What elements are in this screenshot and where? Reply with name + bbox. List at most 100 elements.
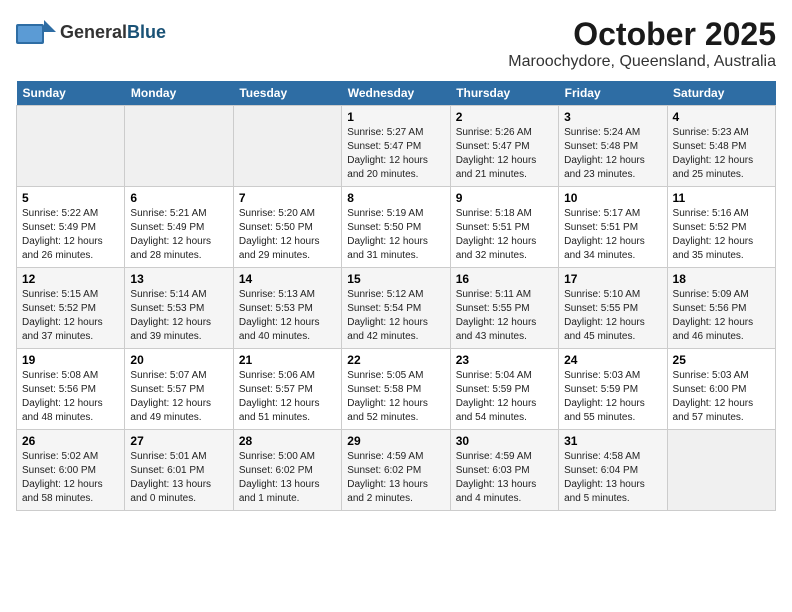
calendar-cell: 6 Sunrise: 5:21 AM Sunset: 5:49 PM Daylig… bbox=[125, 187, 233, 268]
day-info: Sunrise: 4:58 AM Sunset: 6:04 PM Dayligh… bbox=[564, 450, 661, 506]
day-number: 11 bbox=[673, 191, 770, 205]
page-header: General Blue October 2025 Maroochydore, … bbox=[16, 16, 776, 71]
calendar-cell: 8 Sunrise: 5:19 AM Sunset: 5:50 PM Daylig… bbox=[342, 187, 450, 268]
weekday-header: Tuesday bbox=[233, 81, 341, 106]
day-number: 18 bbox=[673, 272, 770, 286]
day-info: Sunrise: 4:59 AM Sunset: 6:03 PM Dayligh… bbox=[456, 450, 553, 506]
calendar-cell: 7 Sunrise: 5:20 AM Sunset: 5:50 PM Daylig… bbox=[233, 187, 341, 268]
calendar-cell: 27Sunrise: 5:01 AM Sunset: 6:01 PM Dayli… bbox=[125, 430, 233, 511]
calendar-week-row: 5 Sunrise: 5:22 AM Sunset: 5:49 PM Daylig… bbox=[17, 187, 776, 268]
calendar-cell: 4 Sunrise: 5:23 AM Sunset: 5:48 PM Daylig… bbox=[667, 106, 775, 187]
day-info: Sunrise: 5:15 AM Sunset: 5:52 PM Dayligh… bbox=[22, 288, 119, 344]
calendar-cell: 3 Sunrise: 5:24 AM Sunset: 5:48 PM Daylig… bbox=[559, 106, 667, 187]
day-number: 12 bbox=[22, 272, 119, 286]
calendar-cell: 15 Sunrise: 5:12 AM Sunset: 5:54 PM Dayli… bbox=[342, 268, 450, 349]
day-info: Sunrise: 5:00 AM Sunset: 6:02 PM Dayligh… bbox=[239, 450, 336, 506]
day-info: Sunrise: 5:16 AM Sunset: 5:52 PM Dayligh… bbox=[673, 207, 770, 263]
day-number: 5 bbox=[22, 191, 119, 205]
day-number: 6 bbox=[130, 191, 227, 205]
calendar-cell: 23 Sunrise: 5:04 AM Sunset: 5:59 PM Dayli… bbox=[450, 349, 558, 430]
calendar-cell: 5 Sunrise: 5:22 AM Sunset: 5:49 PM Daylig… bbox=[17, 187, 125, 268]
calendar-cell: 22 Sunrise: 5:05 AM Sunset: 5:58 PM Dayli… bbox=[342, 349, 450, 430]
day-number: 1 bbox=[347, 110, 444, 124]
logo-icon bbox=[16, 16, 56, 48]
calendar-week-row: 26 Sunrise: 5:02 AM Sunset: 6:00 PM Dayli… bbox=[17, 430, 776, 511]
day-info: Sunrise: 5:03 AM Sunset: 6:00 PM Dayligh… bbox=[673, 369, 770, 425]
logo-blue: Blue bbox=[127, 22, 166, 43]
day-number: 25 bbox=[673, 353, 770, 367]
weekday-header-row: SundayMondayTuesdayWednesdayThursdayFrid… bbox=[17, 81, 776, 106]
day-info: Sunrise: 5:14 AM Sunset: 5:53 PM Dayligh… bbox=[130, 288, 227, 344]
calendar-cell: 24 Sunrise: 5:03 AM Sunset: 5:59 PM Dayli… bbox=[559, 349, 667, 430]
calendar-cell: 12 Sunrise: 5:15 AM Sunset: 5:52 PM Dayli… bbox=[17, 268, 125, 349]
weekday-header: Wednesday bbox=[342, 81, 450, 106]
day-number: 21 bbox=[239, 353, 336, 367]
day-info: Sunrise: 5:12 AM Sunset: 5:54 PM Dayligh… bbox=[347, 288, 444, 344]
day-number: 3 bbox=[564, 110, 661, 124]
calendar-cell: 17Sunrise: 5:10 AM Sunset: 5:55 PM Dayli… bbox=[559, 268, 667, 349]
day-info: Sunrise: 5:21 AM Sunset: 5:49 PM Dayligh… bbox=[130, 207, 227, 263]
day-info: Sunrise: 5:02 AM Sunset: 6:00 PM Dayligh… bbox=[22, 450, 119, 506]
day-info: Sunrise: 5:13 AM Sunset: 5:53 PM Dayligh… bbox=[239, 288, 336, 344]
calendar-cell: 25 Sunrise: 5:03 AM Sunset: 6:00 PM Dayli… bbox=[667, 349, 775, 430]
day-info: Sunrise: 5:18 AM Sunset: 5:51 PM Dayligh… bbox=[456, 207, 553, 263]
day-number: 16 bbox=[456, 272, 553, 286]
day-info: Sunrise: 4:59 AM Sunset: 6:02 PM Dayligh… bbox=[347, 450, 444, 506]
calendar-cell: 28Sunrise: 5:00 AM Sunset: 6:02 PM Dayli… bbox=[233, 430, 341, 511]
calendar-cell bbox=[17, 106, 125, 187]
calendar-cell: 14 Sunrise: 5:13 AM Sunset: 5:53 PM Dayli… bbox=[233, 268, 341, 349]
day-info: Sunrise: 5:11 AM Sunset: 5:55 PM Dayligh… bbox=[456, 288, 553, 344]
day-number: 26 bbox=[22, 434, 119, 448]
calendar-cell: 13Sunrise: 5:14 AM Sunset: 5:53 PM Dayli… bbox=[125, 268, 233, 349]
day-number: 31 bbox=[564, 434, 661, 448]
weekday-header: Friday bbox=[559, 81, 667, 106]
calendar-cell: 26 Sunrise: 5:02 AM Sunset: 6:00 PM Dayli… bbox=[17, 430, 125, 511]
calendar-cell bbox=[667, 430, 775, 511]
day-number: 14 bbox=[239, 272, 336, 286]
weekday-header: Saturday bbox=[667, 81, 775, 106]
calendar-cell: 11 Sunrise: 5:16 AM Sunset: 5:52 PM Dayli… bbox=[667, 187, 775, 268]
day-info: Sunrise: 5:24 AM Sunset: 5:48 PM Dayligh… bbox=[564, 126, 661, 182]
weekday-header: Thursday bbox=[450, 81, 558, 106]
day-info: Sunrise: 5:04 AM Sunset: 5:59 PM Dayligh… bbox=[456, 369, 553, 425]
day-info: Sunrise: 5:05 AM Sunset: 5:58 PM Dayligh… bbox=[347, 369, 444, 425]
day-number: 19 bbox=[22, 353, 119, 367]
day-info: Sunrise: 5:27 AM Sunset: 5:47 PM Dayligh… bbox=[347, 126, 444, 182]
day-info: Sunrise: 5:22 AM Sunset: 5:49 PM Dayligh… bbox=[22, 207, 119, 263]
day-number: 8 bbox=[347, 191, 444, 205]
calendar-cell: 21 Sunrise: 5:06 AM Sunset: 5:57 PM Dayli… bbox=[233, 349, 341, 430]
day-info: Sunrise: 5:03 AM Sunset: 5:59 PM Dayligh… bbox=[564, 369, 661, 425]
weekday-header: Sunday bbox=[17, 81, 125, 106]
day-number: 4 bbox=[673, 110, 770, 124]
day-info: Sunrise: 5:19 AM Sunset: 5:50 PM Dayligh… bbox=[347, 207, 444, 263]
day-number: 17 bbox=[564, 272, 661, 286]
calendar-cell: 9 Sunrise: 5:18 AM Sunset: 5:51 PM Daylig… bbox=[450, 187, 558, 268]
day-number: 30 bbox=[456, 434, 553, 448]
calendar-week-row: 1 Sunrise: 5:27 AM Sunset: 5:47 PM Daylig… bbox=[17, 106, 776, 187]
day-number: 2 bbox=[456, 110, 553, 124]
day-number: 15 bbox=[347, 272, 444, 286]
calendar-table: SundayMondayTuesdayWednesdayThursdayFrid… bbox=[16, 81, 776, 511]
calendar-cell: 19Sunrise: 5:08 AM Sunset: 5:56 PM Dayli… bbox=[17, 349, 125, 430]
calendar-cell: 29Sunrise: 4:59 AM Sunset: 6:02 PM Dayli… bbox=[342, 430, 450, 511]
day-number: 20 bbox=[130, 353, 227, 367]
day-info: Sunrise: 5:23 AM Sunset: 5:48 PM Dayligh… bbox=[673, 126, 770, 182]
day-info: Sunrise: 5:20 AM Sunset: 5:50 PM Dayligh… bbox=[239, 207, 336, 263]
calendar-cell bbox=[125, 106, 233, 187]
calendar-cell: 10Sunrise: 5:17 AM Sunset: 5:51 PM Dayli… bbox=[559, 187, 667, 268]
day-number: 24 bbox=[564, 353, 661, 367]
day-info: Sunrise: 5:17 AM Sunset: 5:51 PM Dayligh… bbox=[564, 207, 661, 263]
day-info: Sunrise: 5:09 AM Sunset: 5:56 PM Dayligh… bbox=[673, 288, 770, 344]
day-number: 9 bbox=[456, 191, 553, 205]
logo-general: General bbox=[60, 22, 127, 43]
month-title: October 2025 bbox=[508, 16, 776, 53]
day-info: Sunrise: 5:06 AM Sunset: 5:57 PM Dayligh… bbox=[239, 369, 336, 425]
calendar-week-row: 19Sunrise: 5:08 AM Sunset: 5:56 PM Dayli… bbox=[17, 349, 776, 430]
day-number: 7 bbox=[239, 191, 336, 205]
calendar-cell: 18 Sunrise: 5:09 AM Sunset: 5:56 PM Dayli… bbox=[667, 268, 775, 349]
title-block: October 2025 Maroochydore, Queensland, A… bbox=[508, 16, 776, 71]
calendar-cell bbox=[233, 106, 341, 187]
day-number: 22 bbox=[347, 353, 444, 367]
day-number: 23 bbox=[456, 353, 553, 367]
calendar-cell: 2Sunrise: 5:26 AM Sunset: 5:47 PM Daylig… bbox=[450, 106, 558, 187]
